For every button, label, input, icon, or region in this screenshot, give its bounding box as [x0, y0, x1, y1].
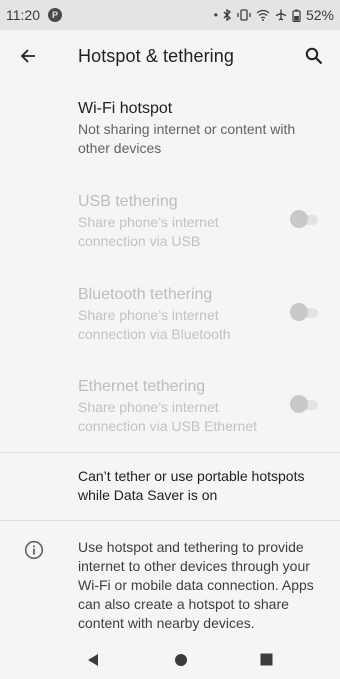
nav-home-button[interactable]	[156, 640, 206, 679]
ethernet-tethering-switch[interactable]	[290, 395, 320, 413]
status-time: 11:20	[6, 7, 40, 23]
status-icons: • 52%	[214, 7, 334, 23]
page-title: Hotspot & tethering	[78, 45, 234, 66]
wifi-hotspot-summary: Not sharing internet or content with oth…	[78, 121, 296, 156]
battery-icon	[292, 9, 301, 22]
dot-icon: •	[213, 8, 218, 22]
triangle-back-icon	[88, 653, 98, 666]
data-saver-note: Can’t tether or use portable hotspots wh…	[0, 467, 340, 505]
vibrate-icon	[237, 9, 251, 21]
footer-info: Use hotspot and tethering to provide int…	[0, 538, 340, 633]
back-button[interactable]	[0, 30, 56, 82]
arrow-back-icon	[20, 49, 35, 63]
switch-thumb	[290, 303, 308, 321]
bluetooth-tethering-title: Bluetooth tethering	[78, 286, 213, 303]
bluetooth-icon	[223, 9, 231, 21]
battery-percent: 52%	[305, 7, 334, 23]
bluetooth-tethering-switch[interactable]	[290, 303, 320, 321]
bluetooth-tethering-item[interactable]: Bluetooth tethering Share phone’s intern…	[0, 284, 340, 344]
data-saver-note-text: Can’t tether or use portable hotspots wh…	[78, 468, 305, 503]
navigation-bar	[0, 640, 340, 679]
ethernet-tethering-item[interactable]: Ethernet tethering Share phone’s interne…	[0, 376, 340, 436]
divider	[0, 520, 340, 521]
square-recents-icon	[260, 653, 272, 666]
app-notification-icon: P	[48, 8, 62, 22]
ethernet-tethering-summary: Share phone’s internet connection via US…	[78, 399, 257, 434]
switch-thumb	[290, 210, 308, 228]
airplane-icon	[275, 9, 287, 21]
divider	[0, 452, 340, 453]
bluetooth-tethering-summary: Share phone’s internet connection via Bl…	[78, 307, 231, 342]
footer-info-text: Use hotspot and tethering to provide int…	[78, 539, 314, 631]
circle-home-icon	[175, 653, 187, 666]
search-button[interactable]	[292, 30, 336, 82]
nav-recents-button[interactable]	[241, 640, 291, 679]
ethernet-tethering-title: Ethernet tethering	[78, 378, 206, 395]
wifi-icon	[256, 9, 270, 21]
nav-back-button[interactable]	[68, 640, 118, 679]
wifi-hotspot-title: Wi-Fi hotspot	[78, 100, 173, 117]
usb-tethering-title: USB tethering	[78, 193, 178, 210]
status-bar: 11:20 P • 52%	[0, 0, 340, 30]
wifi-hotspot-item[interactable]: Wi-Fi hotspot Not sharing internet or co…	[0, 98, 340, 158]
switch-thumb	[290, 395, 308, 413]
usb-tethering-switch[interactable]	[290, 210, 320, 228]
app-bar: Hotspot & tethering	[0, 30, 340, 82]
search-icon	[305, 47, 323, 65]
usb-tethering-item[interactable]: USB tethering Share phone’s internet con…	[0, 191, 340, 251]
usb-tethering-summary: Share phone’s internet connection via US…	[78, 214, 219, 249]
